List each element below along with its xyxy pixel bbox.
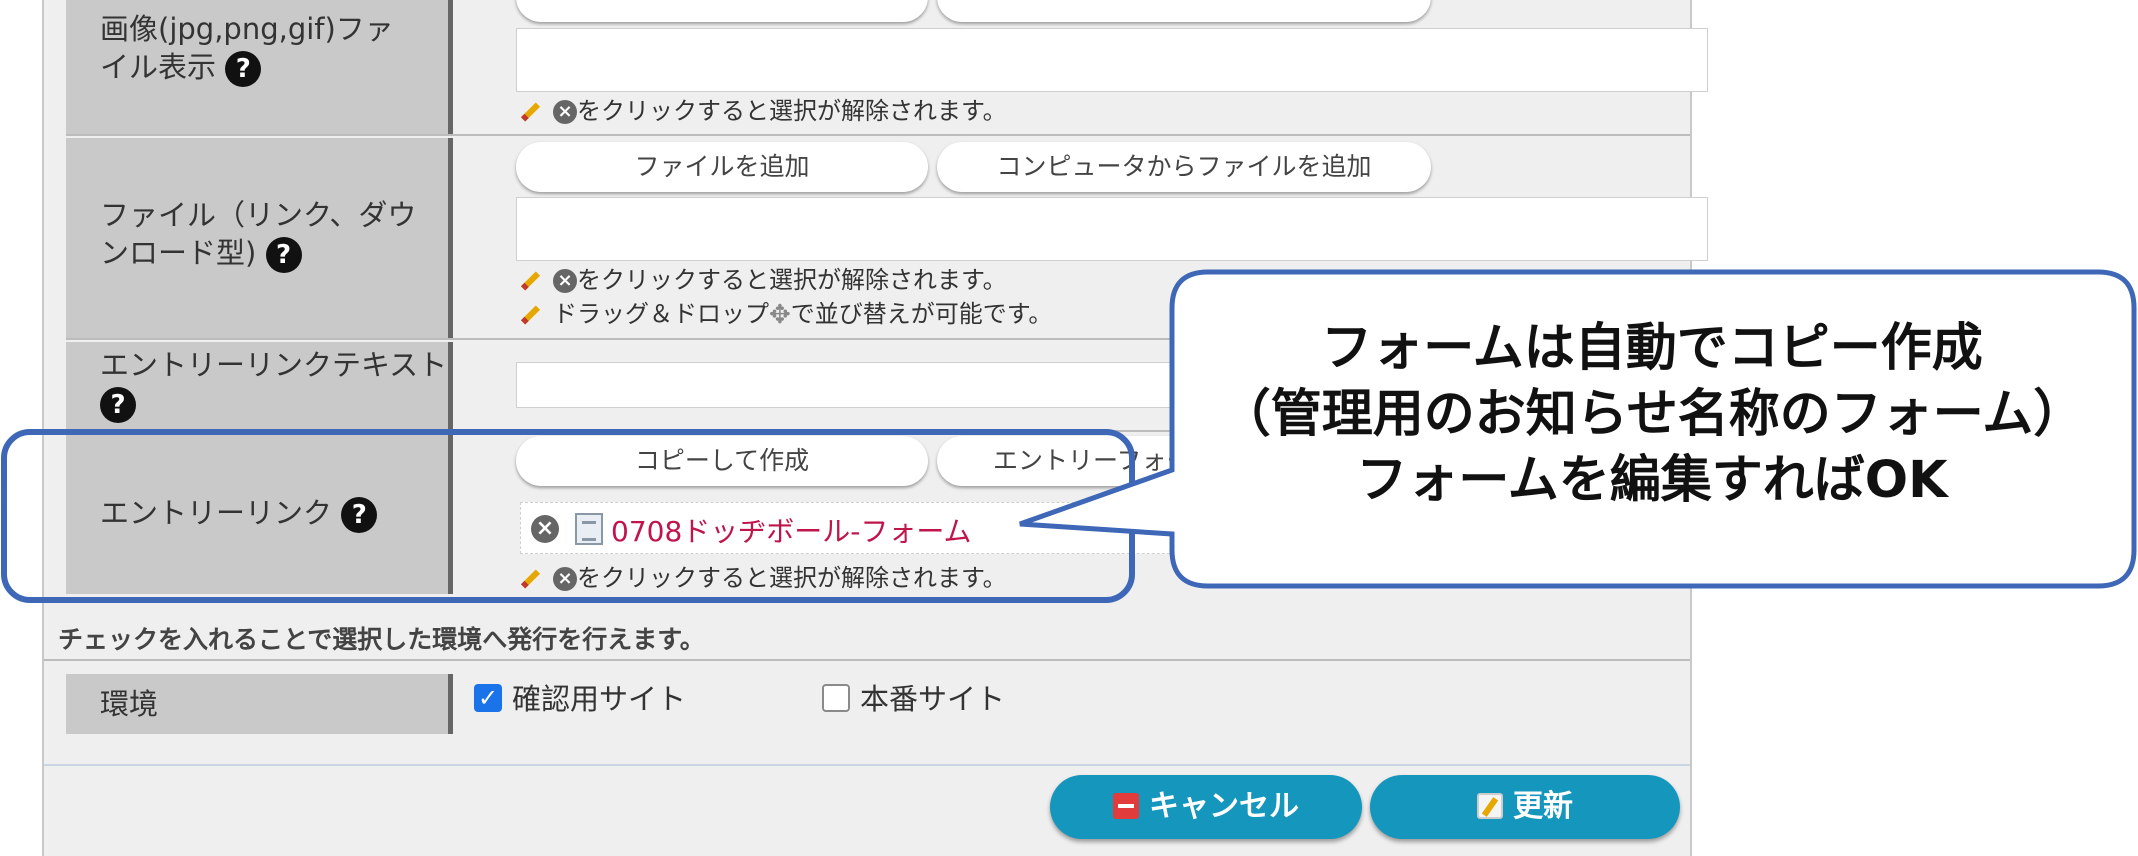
callout-text: フォームは自動でコピー作成 （管理用のお知らせ名称のフォーム） フォームを編集す… <box>1219 319 2085 510</box>
highlight-box <box>1 429 1135 603</box>
